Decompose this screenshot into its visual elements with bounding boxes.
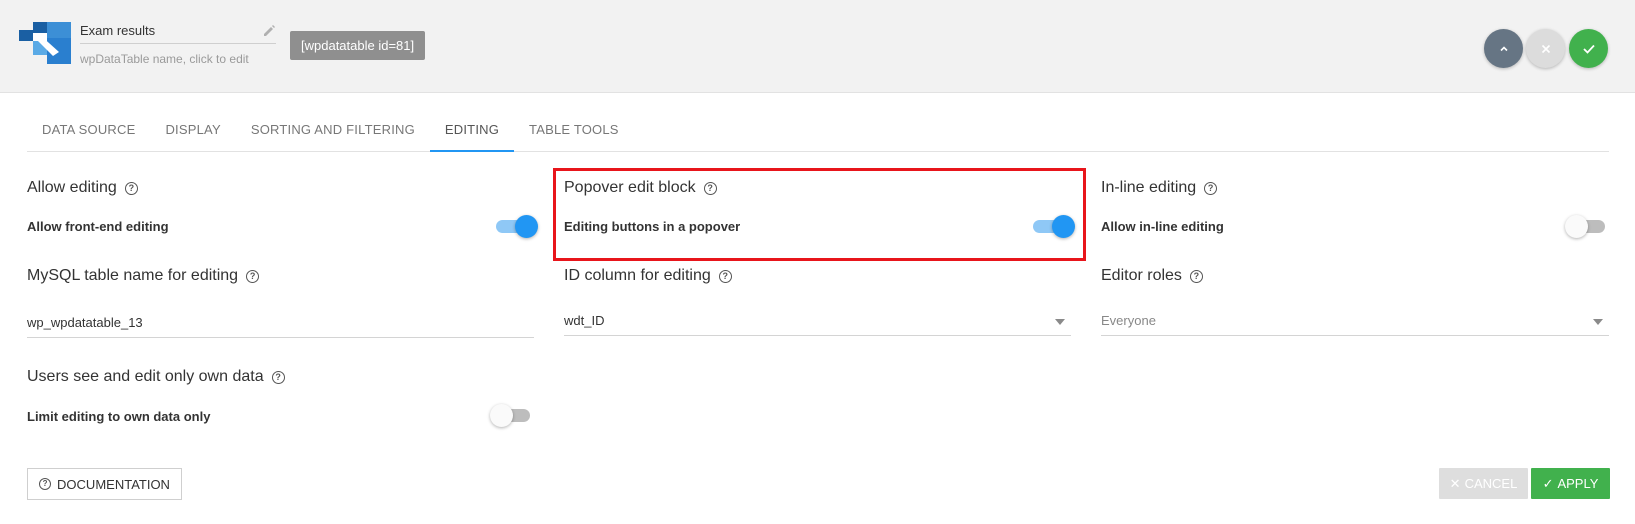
- popover-edit-heading: Popover edit block: [564, 179, 696, 196]
- caret-down-icon: [1055, 319, 1065, 325]
- documentation-button[interactable]: ? DOCUMENTATION: [27, 468, 182, 500]
- wpdatatables-logo-icon: [19, 22, 71, 64]
- table-title-area[interactable]: Exam results wpDataTable name, click to …: [80, 18, 276, 66]
- tab-data-source[interactable]: DATA SOURCE: [27, 107, 150, 152]
- collapse-button[interactable]: [1484, 29, 1523, 68]
- editor-roles-value: Everyone: [1101, 313, 1156, 328]
- close-icon: ✕: [1449, 475, 1461, 491]
- page-header: Exam results wpDataTable name, click to …: [0, 0, 1635, 93]
- chevron-up-icon: [1499, 45, 1508, 51]
- tab-display[interactable]: DISPLAY: [150, 107, 235, 152]
- shortcode-badge[interactable]: [wpdatatable id=81]: [290, 31, 426, 60]
- popover-edit-toggle[interactable]: [1031, 214, 1075, 238]
- table-title-hint: wpDataTable name, click to edit: [80, 52, 249, 66]
- tab-sorting-filtering[interactable]: SORTING AND FILTERING: [236, 107, 430, 152]
- inline-editing-title: In-line editing ?: [1101, 179, 1218, 197]
- editor-roles-select[interactable]: Everyone: [1101, 306, 1609, 336]
- help-icon[interactable]: ?: [703, 181, 717, 195]
- allow-editing-label: Allow front-end editing: [27, 219, 169, 234]
- mysql-table-title: MySQL table name for editing ?: [27, 267, 260, 285]
- id-column-title: ID column for editing ?: [564, 267, 732, 285]
- cancel-button[interactable]: ✕ CANCEL: [1439, 468, 1528, 499]
- own-data-heading: Users see and edit only own data: [27, 368, 264, 385]
- help-icon[interactable]: ?: [124, 181, 138, 195]
- close-icon: [1541, 44, 1550, 53]
- allow-editing-title: Allow editing ?: [27, 179, 138, 197]
- apply-button[interactable]: ✓ APPLY: [1531, 468, 1610, 499]
- allow-editing-heading: Allow editing: [27, 179, 117, 196]
- own-data-label: Limit editing to own data only: [27, 409, 211, 424]
- editor-roles-title: Editor roles ?: [1101, 267, 1203, 285]
- table-title-input[interactable]: Exam results: [80, 18, 276, 44]
- toggle-knob: [490, 404, 513, 427]
- inline-editing-label: Allow in-line editing: [1101, 219, 1224, 234]
- pencil-icon[interactable]: [262, 24, 276, 38]
- save-button[interactable]: [1569, 29, 1608, 68]
- tab-table-tools[interactable]: TABLE TOOLS: [514, 107, 634, 152]
- caret-down-icon: [1593, 319, 1603, 325]
- apply-label: APPLY: [1557, 476, 1599, 491]
- close-button[interactable]: [1526, 29, 1565, 68]
- id-column-select[interactable]: wdt_ID: [564, 306, 1071, 336]
- id-column-heading: ID column for editing: [564, 267, 711, 284]
- popover-edit-label: Editing buttons in a popover: [564, 219, 741, 234]
- own-data-toggle[interactable]: [490, 403, 534, 427]
- help-icon[interactable]: ?: [1189, 269, 1203, 283]
- editor-roles-heading: Editor roles: [1101, 267, 1182, 284]
- own-data-title: Users see and edit only own data ?: [27, 368, 285, 386]
- mysql-table-input[interactable]: wp_wpdatatable_13: [27, 308, 534, 338]
- help-icon[interactable]: ?: [1204, 181, 1218, 195]
- settings-tabs: DATA SOURCE DISPLAY SORTING AND FILTERIN…: [27, 107, 1609, 152]
- popover-edit-title: Popover edit block ?: [564, 179, 717, 197]
- help-icon[interactable]: ?: [271, 370, 285, 384]
- toggle-knob: [1565, 215, 1588, 238]
- help-icon[interactable]: ?: [718, 269, 732, 283]
- tab-editing[interactable]: EDITING: [429, 107, 515, 152]
- allow-editing-toggle[interactable]: [494, 214, 538, 238]
- cancel-label: CANCEL: [1464, 476, 1518, 491]
- check-icon: ✓: [1542, 475, 1554, 491]
- check-icon: [1582, 44, 1595, 54]
- toggle-knob: [515, 215, 538, 238]
- inline-editing-toggle[interactable]: [1565, 214, 1609, 238]
- help-icon: ?: [39, 478, 52, 490]
- documentation-label: DOCUMENTATION: [57, 476, 170, 492]
- mysql-table-heading: MySQL table name for editing: [27, 267, 239, 284]
- help-icon[interactable]: ?: [246, 269, 260, 283]
- inline-editing-heading: In-line editing: [1101, 179, 1197, 196]
- id-column-value: wdt_ID: [564, 313, 605, 328]
- toggle-knob: [1052, 215, 1075, 238]
